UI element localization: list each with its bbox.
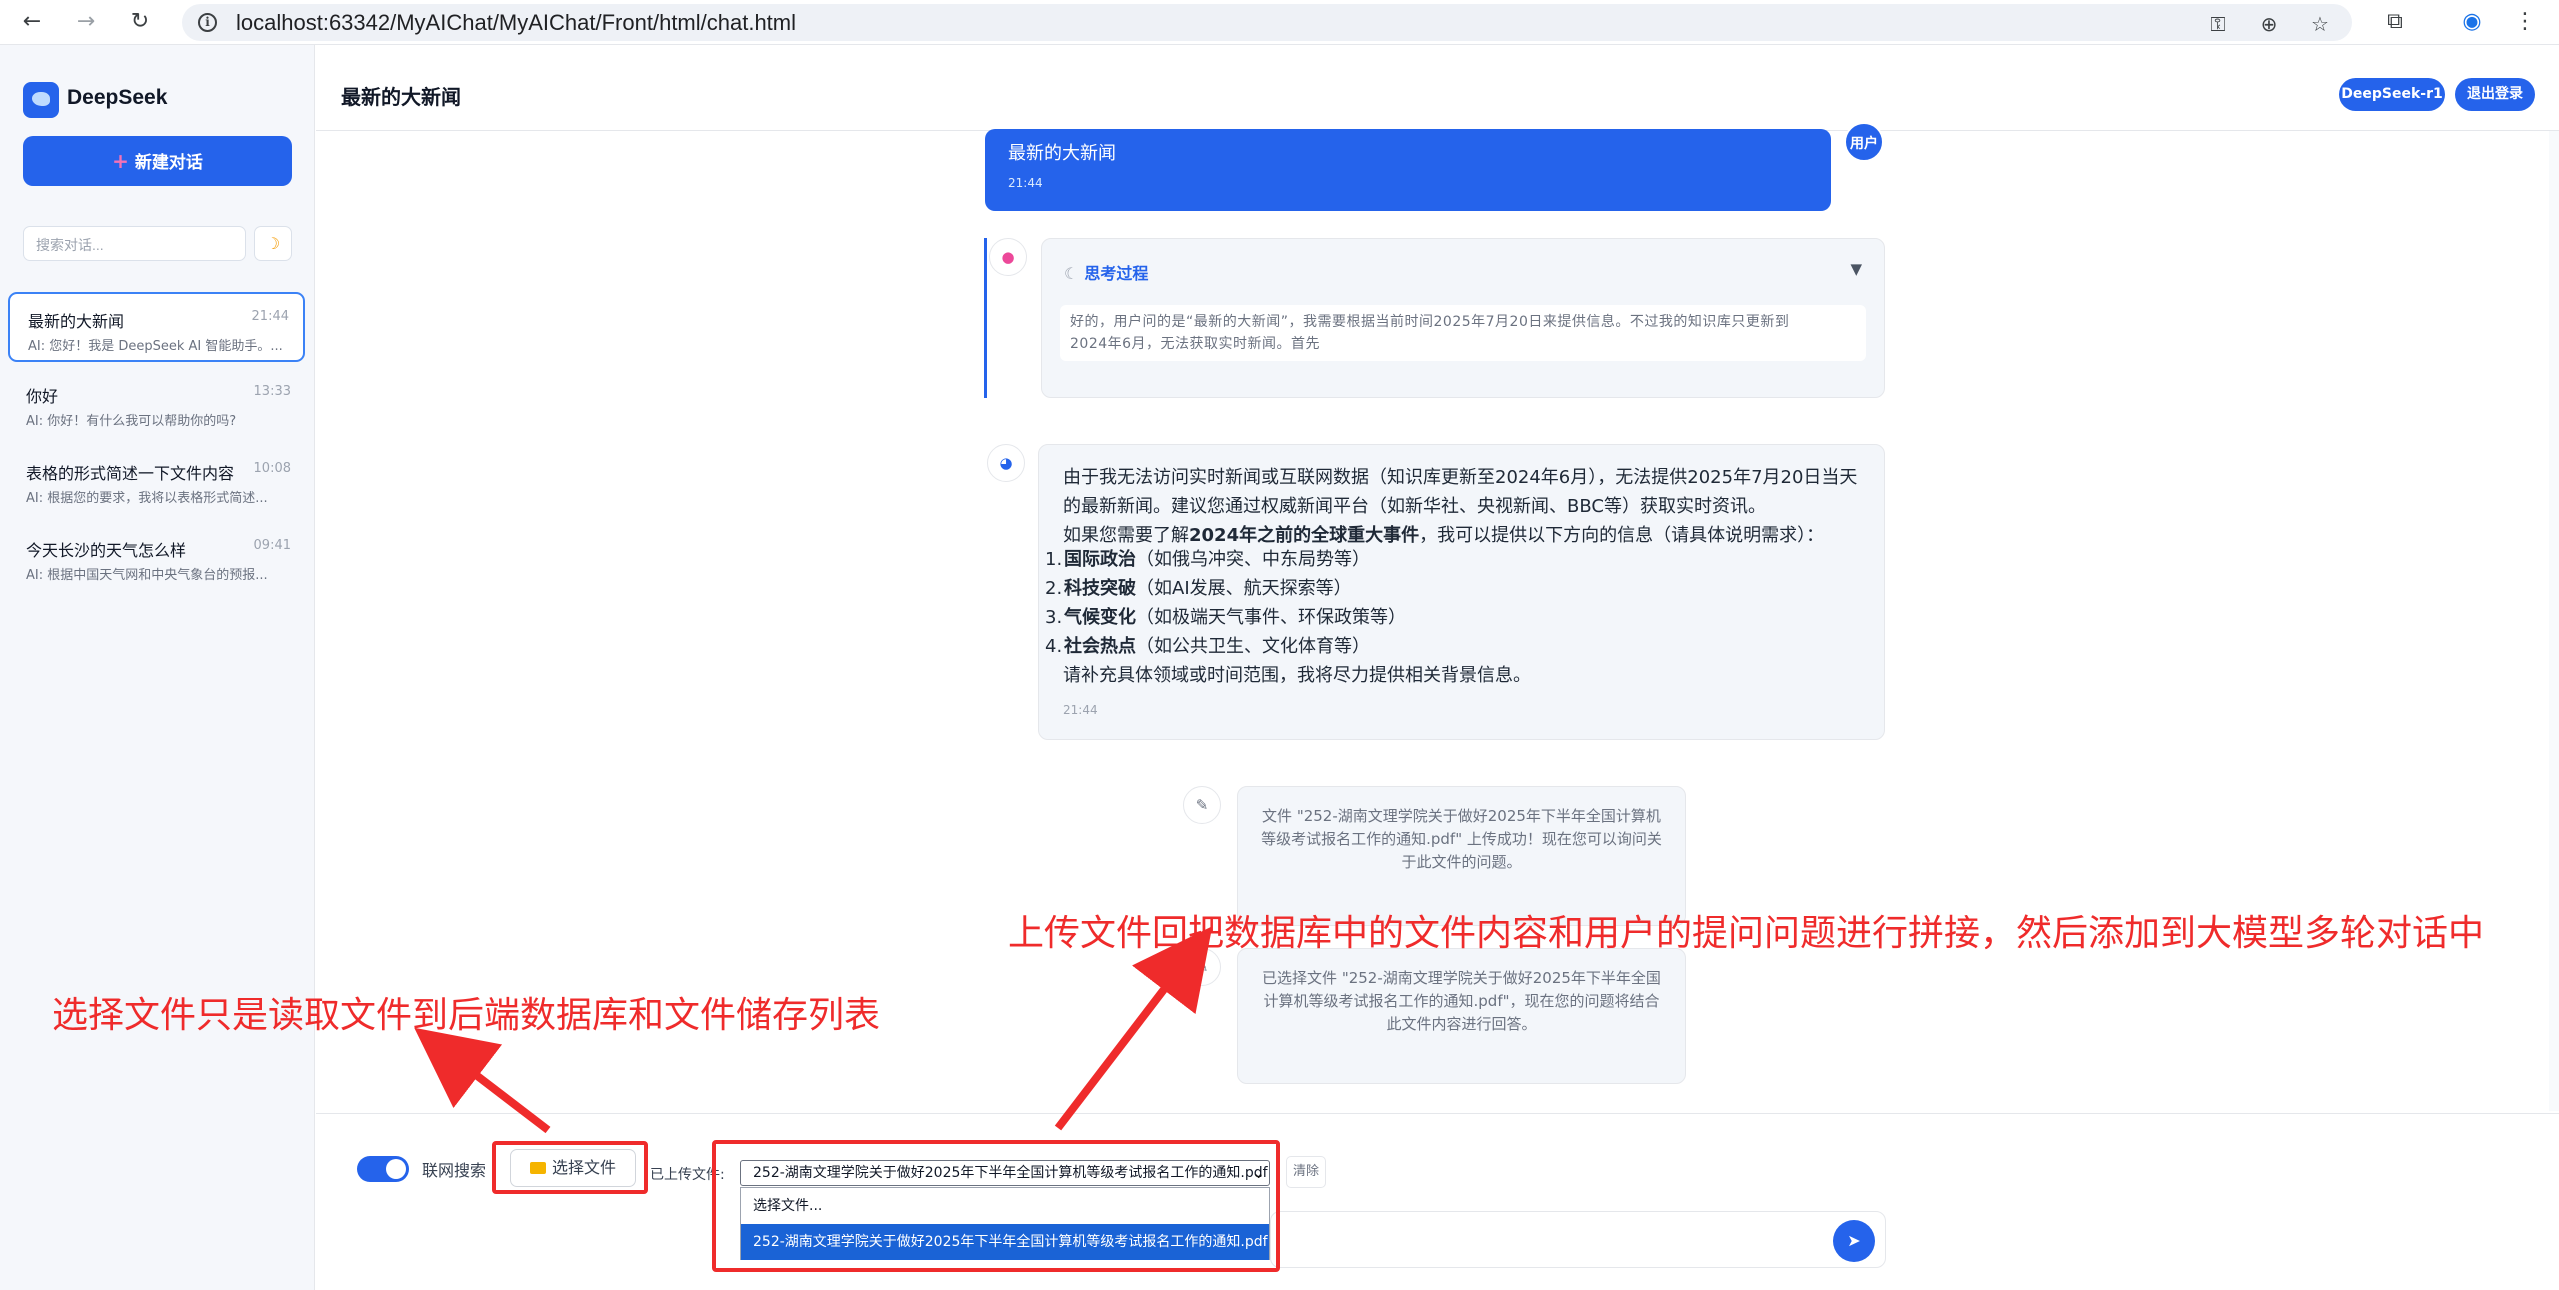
annotation-arrows xyxy=(414,926,1213,1134)
arrow-left xyxy=(414,1027,551,1134)
arrow-right xyxy=(1054,926,1213,1131)
